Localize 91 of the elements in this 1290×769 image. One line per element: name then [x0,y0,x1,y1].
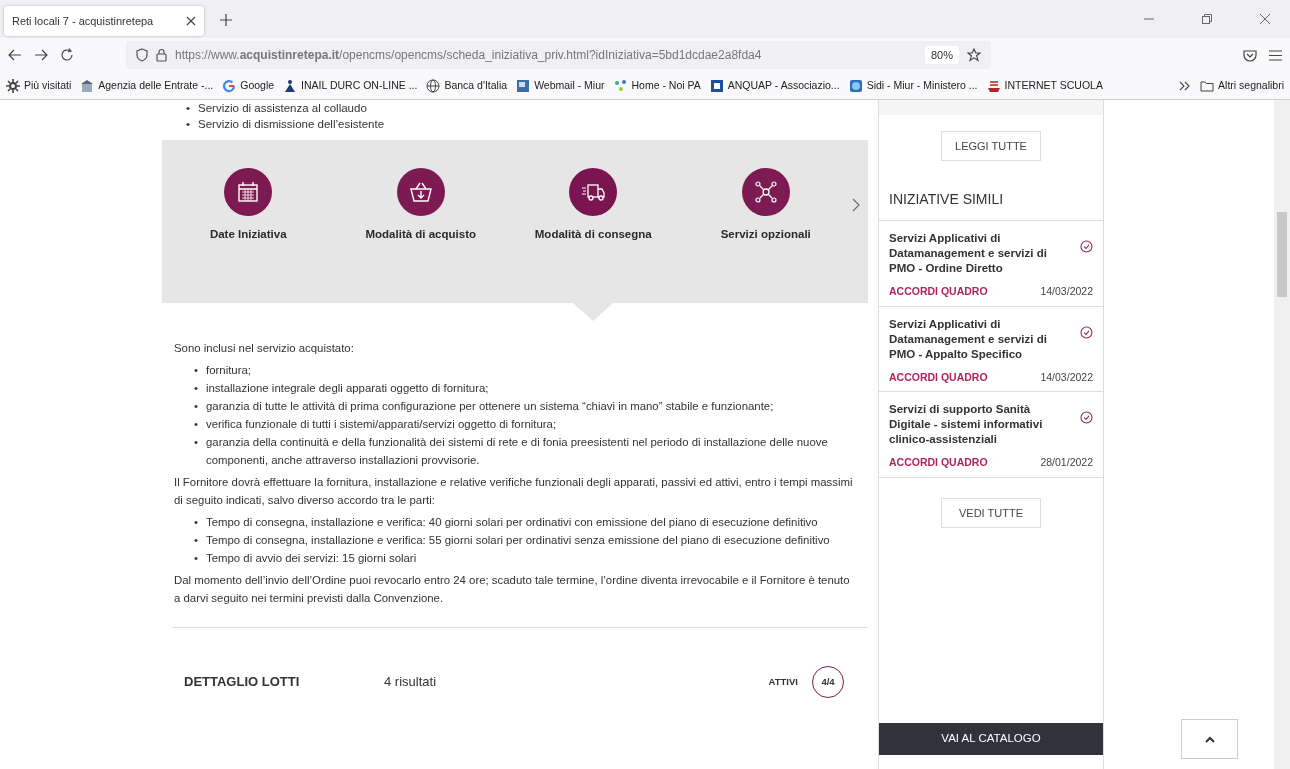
list-item: Servizio di assistenza al collaudo [198,101,367,116]
initiative-title[interactable]: Servizi Applicativi di Datamanagement e servizi di PMO - Ordine Diretto [889,230,1072,276]
new-tab-icon[interactable] [220,13,232,26]
chevrons-icon[interactable] [1179,80,1192,91]
basket-icon [408,180,433,204]
bookmark[interactable]: INTERNET SCUOLA [986,77,1103,94]
back-icon[interactable] [8,49,22,61]
bookmark[interactable]: Webmail - Miur [516,77,605,94]
read-all-button[interactable]: LEGGI TUTTE [941,131,1041,161]
paragraph: Dal momento dell’invio dell’Ordine puoi revocarlo entro 24 ore; scaduto tale termine, l’ordine diventa irrevocabile e il Fornitore è tenuto a darvi seguito nei termini previsti dalla Convenzione. [174,573,851,606]
catalog-button[interactable]: VAI AL CATALOGO [879,723,1103,755]
bookmark[interactable]: INAIL DURC ON-LINE ... [283,77,418,94]
list-item: Servizio di dismissione dell’esistente [198,117,385,132]
list-item: garanzia della continuità e della funzionalità dei sistemi di rete e di fonia preesistenti nel periodo di installazione delle nuove componenti, anche attraverso installazioni provvisorie. [206,435,829,468]
bullet: • [194,515,198,530]
bookmark[interactable]: Home - Noi PA [613,77,701,94]
zoom-level[interactable]: 80% [924,45,959,65]
date-text: 14/03/2022 [1040,283,1093,299]
category-label: ACCORDI QUADRO [889,283,988,299]
list-item: installazione integrale degli apparati oggetto di fornitura; [206,381,489,396]
check-circle-icon [1080,411,1093,425]
initiative-title[interactable]: Servizi Applicativi di Datamanagement e servizi di PMO - Appalto Specifico [889,316,1072,362]
person-icon [283,78,298,93]
bookmark[interactable]: Banca d'Italia [426,77,508,94]
bookmark[interactable]: Google [222,77,275,94]
bullet: • [194,363,198,378]
list-item: Tempo di consegna, installazione e verifica: 55 giorni solari per ordinativi senza emissione del piano di esecuzione definitivo [206,533,830,548]
pocket-icon[interactable] [1243,48,1257,62]
building-icon [80,78,95,93]
list-item: fornitura; [206,363,251,378]
bullet: • [186,101,191,116]
list-item: Tempo di avvio dei servizi: 15 giorni solari [206,551,417,566]
url-text: https://www.acquistinretepa.it/opencms/opencms/scheda_iniziativa_priv.html?idIniziativa=5bd1dcdae2a8fda4 [175,47,763,64]
close-icon[interactable] [1260,14,1270,24]
section-title: DETTAGLIO LOTTI [184,673,301,692]
calendar-icon [236,180,261,204]
bookmark[interactable]: Agenzia delle Entrate -... [80,77,214,94]
date-text: 28/01/2022 [1040,455,1093,471]
bullet: • [194,399,198,414]
bullet: • [194,381,198,396]
close-icon [186,16,196,26]
bookmark-folder[interactable]: Altri segnalibri [1200,77,1284,94]
browser-tab[interactable]: Reti locali 7 - acquistinretepa [4,6,204,36]
folder-icon [1200,79,1215,92]
shield-icon [136,48,148,62]
ship-icon [986,78,1001,93]
round-logo-icon [848,78,863,93]
bullet: • [194,551,198,566]
bookmark[interactable]: ANQUAP - Associazio... [709,77,840,94]
paragraph: Il Fornitore dovrà effettuare la fornitura, installazione e relative verifiche funzionali degli apparati, passivi ed attivi, entro i tempi massimi di seguito indicati, salvo diverso accordo tra le parti: [174,475,854,508]
check-circle-icon [1080,239,1093,253]
filter-label: ATTIVI [768,674,798,689]
bullet: • [194,435,198,450]
caret-up-icon [1204,736,1215,744]
initiative-title[interactable]: Servizi di supporto Sanità Digitale - sistemi informativi clinico-assistenziali [889,402,1072,448]
menu-icon[interactable] [1269,49,1282,61]
category-label: ACCORDI QUADRO [889,369,988,385]
mail-icon [516,78,531,93]
date-text: 14/03/2022 [1040,369,1093,385]
dots-icon [613,78,628,93]
gear-icon [6,78,20,93]
list-item: verifica funzionale di tutti i sistemi/apparati/servizi oggetto di fornitura; [206,417,557,432]
restore-icon[interactable] [1202,14,1212,24]
lock-icon [156,48,167,62]
bullet: • [194,533,198,548]
feature-tab[interactable]: Servizi opzionali [679,168,852,244]
list-item: Tempo di consegna, installazione e verifica: 40 giorni solari per ordinativi con emissione del piano di esecuzione definitivo [206,515,818,530]
globe-icon [426,78,441,93]
result-count: 4 risultati [384,673,438,692]
google-icon [222,78,237,93]
category-label: ACCORDI QUADRO [889,455,988,471]
bookmark[interactable]: Più visitati [6,77,72,94]
feature-tab[interactable]: Modalità di consegna [507,168,680,244]
reload-icon[interactable] [60,48,74,62]
feature-tab[interactable]: Date Iniziativa [162,168,335,244]
section-title: INIZIATIVE SIMILI [879,161,1103,221]
bullet: • [194,417,198,432]
see-all-button[interactable]: VEDI TUTTE [941,498,1041,529]
chevron-right-icon[interactable] [852,198,860,212]
forward-icon[interactable] [34,49,48,61]
feature-tab[interactable]: Modalità di acquisto [334,168,507,244]
tab-title: Reti locali 7 - acquistinretepa [12,13,155,29]
bookmark[interactable]: Sidi - Miur - Ministero ... [848,77,978,94]
scrollbar[interactable] [1274,100,1290,769]
square-logo-icon [709,78,724,93]
bullet: • [186,117,191,132]
check-circle-icon [1080,325,1093,339]
star-icon[interactable] [967,48,981,62]
paragraph: Sono inclusi nel servizio acquistato: [174,341,355,356]
network-icon [753,180,778,204]
list-item: garanzia di tutte le attività di prima configurazione per ottenere un sistema “chiavi in mano” stabile e funzionante; [206,399,774,414]
